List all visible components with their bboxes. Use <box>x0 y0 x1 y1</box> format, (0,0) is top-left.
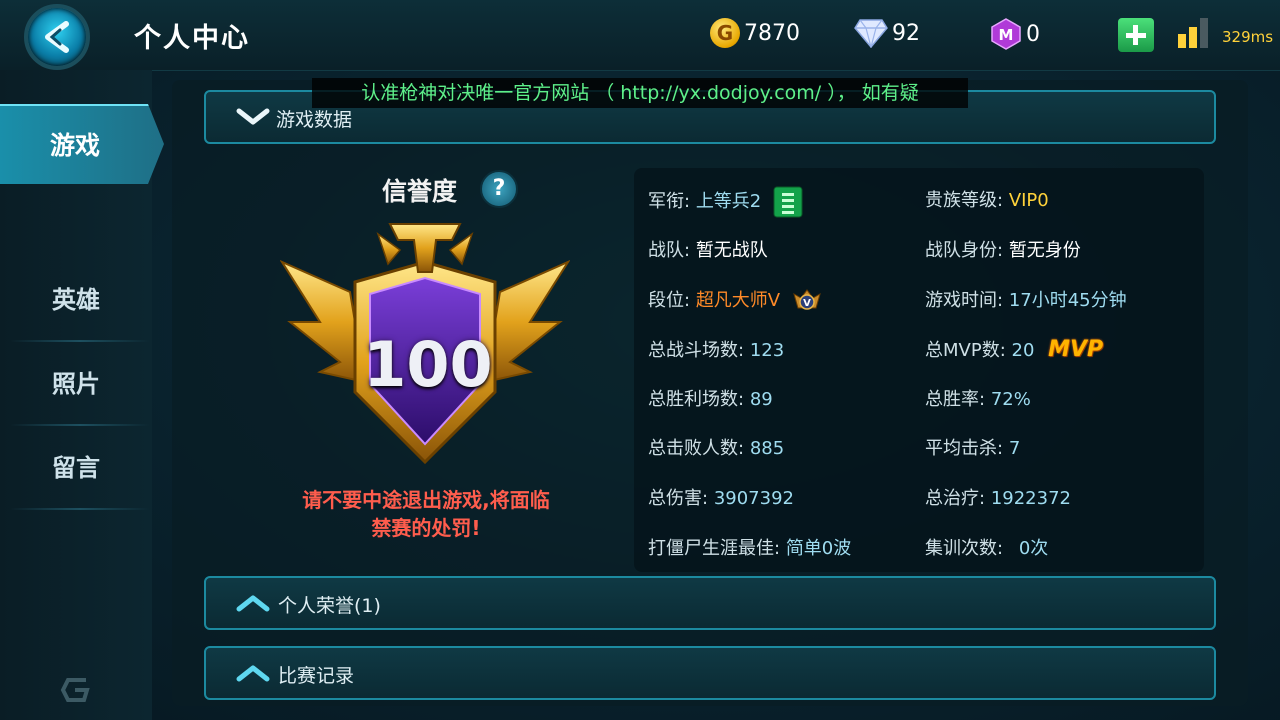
sidebar-divider <box>10 508 150 510</box>
gold-counter: G 7870 <box>710 18 800 48</box>
m-currency-counter: M 0 <box>990 18 1040 50</box>
help-icon[interactable]: ? <box>480 170 518 208</box>
back-arrow-icon <box>45 21 69 53</box>
sidebar-item-heroes[interactable]: 英雄 <box>0 258 152 342</box>
svg-text:M: M <box>999 26 1014 44</box>
section-match-records[interactable]: 比赛记录 <box>204 646 1216 700</box>
stat-playtime: 游戏时间: 17小时45分钟 <box>925 290 1127 311</box>
reputation-title: 信誉度 <box>382 177 458 206</box>
stat-wins: 总胜利场数: 89 <box>648 389 773 410</box>
stat-tier: 段位: 超凡大师V V <box>648 286 822 314</box>
stat-team: 战队: 暂无战队 <box>648 240 768 261</box>
signal-icon <box>1178 18 1208 48</box>
page-title: 个人中心 <box>134 23 250 54</box>
m-gem-icon: M <box>991 18 1021 50</box>
stat-kills: 总击败人数: 885 <box>648 438 785 459</box>
stat-vip: 贵族等级: VIP0 <box>925 190 1049 211</box>
sidebar-item-messages[interactable]: 留言 <box>0 426 152 510</box>
stats-panel <box>634 168 1204 572</box>
m-currency-amount: 0 <box>1026 21 1040 47</box>
stat-rank: 军衔: 上等兵2 <box>648 186 803 218</box>
sidebar-item-photos[interactable]: 照片 <box>0 342 152 426</box>
recharge-plus-button[interactable] <box>1118 18 1154 52</box>
gold-coin-icon: G <box>710 18 740 48</box>
reputation-warning: 请不要中途退出游戏,将面临 禁赛的处罚! <box>302 488 550 540</box>
sidebar-item-game[interactable]: 游戏 <box>0 104 164 184</box>
game-logo-icon <box>60 678 90 702</box>
stat-healing: 总治疗: 1922372 <box>925 488 1071 509</box>
section-personal-honors[interactable]: 个人荣誉(1) <box>204 576 1216 630</box>
chevron-up-icon <box>236 595 270 612</box>
official-site-notice: 认准枪神对决唯一官方网站 （ http://yx.dodjoy.com/ ）， … <box>312 78 968 108</box>
tier-badge-icon: V <box>793 289 821 310</box>
stat-team-role: 战队身份: 暂无身份 <box>925 240 1081 261</box>
stat-damage: 总伤害: 3907392 <box>648 488 794 509</box>
gold-amount: 7870 <box>744 20 800 46</box>
mvp-badge: MVP <box>1048 337 1104 362</box>
svg-text:V: V <box>803 298 811 309</box>
diamond-icon <box>854 19 888 48</box>
rank-stripes-icon <box>773 186 803 218</box>
stat-zombie-best: 打僵尸生涯最佳: 简单0波 <box>648 538 852 559</box>
ping-value: 329ms <box>1222 28 1274 46</box>
stat-winrate: 总胜率: 72% <box>925 389 1031 410</box>
stat-training: 集训次数: 0次 <box>925 538 1049 559</box>
stat-mvp: 总MVP数: 20 MVP <box>925 337 1104 362</box>
diamond-counter: 92 <box>854 18 920 48</box>
back-button[interactable] <box>24 4 90 70</box>
diamond-amount: 92 <box>892 20 920 46</box>
chevron-down-icon <box>236 108 270 125</box>
stat-avg-kills: 平均击杀: 7 <box>925 438 1021 459</box>
chevron-up-icon <box>236 665 270 682</box>
reputation-score: 100 <box>363 328 493 401</box>
stat-matches: 总战斗场数: 123 <box>648 340 785 361</box>
